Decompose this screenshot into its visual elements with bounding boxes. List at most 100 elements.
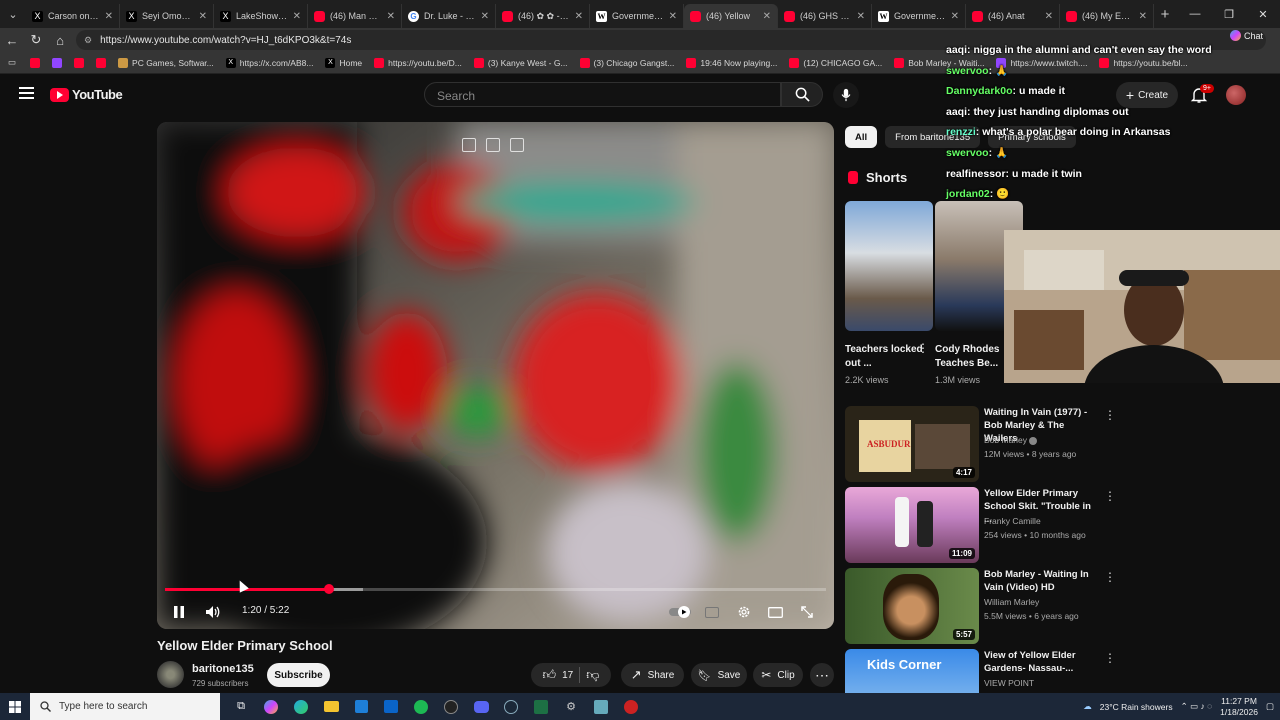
bookmark-item[interactable]: (3) Chicago Gangst... — [579, 57, 674, 68]
close-tab-icon[interactable]: ✕ — [199, 11, 207, 22]
steam-icon[interactable] — [500, 696, 522, 718]
recommended-video[interactable]: Kids Corner View of Yellow Elder Gardens… — [845, 649, 1135, 693]
media-player-icon[interactable] — [440, 696, 462, 718]
recommended-video[interactable]: 5:57 Bob Marley - Waiting In Vain (Video… — [845, 568, 1135, 644]
close-tab-icon[interactable]: ✕ — [387, 11, 395, 22]
video-menu-icon[interactable]: ⋮ — [1104, 489, 1116, 503]
video-progress-bar[interactable] — [165, 584, 826, 594]
bookmark-item[interactable]: (3) Kanye West - G... — [473, 57, 568, 68]
notification-center-icon[interactable]: ▢ — [1266, 701, 1274, 712]
short-card[interactable]: Teachers locked out ... 2.2K views ⋮ — [845, 201, 933, 385]
browser-tab[interactable]: X LakeShowYo or ✕ — [214, 4, 308, 28]
browser-tab[interactable]: (46) Man Creat ✕ — [308, 4, 402, 28]
video-menu-icon[interactable]: ⋮ — [1104, 651, 1116, 665]
voice-search-button[interactable] — [833, 82, 859, 108]
browser-tab[interactable]: (46) GHS final ✕ — [778, 4, 872, 28]
store-icon[interactable] — [350, 696, 372, 718]
browser-tab[interactable]: W Government H ✕ — [590, 4, 684, 28]
home-icon[interactable]: ⌂ — [48, 28, 72, 52]
browser-tab[interactable]: (46) ✿ ✿ - Yo ✕ — [496, 4, 590, 28]
subscribe-button[interactable]: Subscribe — [267, 663, 330, 687]
weather-text[interactable]: 23°C Rain showers — [1100, 702, 1173, 712]
site-info-icon[interactable]: ⚙ — [84, 35, 92, 46]
edit-overlay-icon[interactable] — [510, 138, 524, 152]
back-icon[interactable]: ← — [0, 28, 24, 52]
bookmark-item[interactable] — [74, 57, 85, 68]
miniplayer-overlay-icon[interactable] — [462, 138, 476, 152]
recommended-video[interactable]: 11:09 Yellow Elder Primary School Skit. … — [845, 487, 1135, 563]
edge-icon[interactable] — [290, 696, 312, 718]
browser-tab[interactable]: X Seyi Omonira o ✕ — [120, 4, 214, 28]
discord-icon[interactable] — [470, 696, 492, 718]
tray-icons[interactable]: ⌃ ▭ ♪ ◌ — [1181, 701, 1213, 712]
task-view-icon[interactable]: ⧉ — [230, 696, 252, 718]
pause-button[interactable] — [169, 598, 189, 626]
close-tab-icon[interactable]: ✕ — [857, 11, 865, 22]
bookmark-item[interactable]: Xhttps://x.com/AB8... — [225, 57, 313, 68]
bookmark-item[interactable]: (12) CHICAGO GA... — [789, 57, 882, 68]
bookmark-item[interactable]: PC Games, Softwar... — [118, 57, 214, 68]
picture-in-picture-icon[interactable] — [486, 138, 500, 152]
browser-tab[interactable]: G Dr. Luke - Goo ✕ — [402, 4, 496, 28]
close-tab-icon[interactable]: ✕ — [763, 11, 771, 22]
spotify-icon[interactable] — [410, 696, 432, 718]
more-actions-button[interactable]: ⋯ — [810, 663, 834, 687]
excel-icon[interactable] — [530, 696, 552, 718]
bookmarks-menu-icon[interactable]: ▭ — [8, 57, 16, 68]
search-button[interactable] — [781, 82, 823, 107]
volume-button[interactable] — [203, 598, 223, 626]
outlook-icon[interactable] — [380, 696, 402, 718]
reload-icon[interactable]: ↻ — [24, 28, 48, 52]
autoplay-toggle[interactable] — [668, 598, 692, 626]
tab-search-icon[interactable]: ⌄ — [0, 0, 26, 28]
weather-icon[interactable]: ☁ — [1083, 701, 1092, 712]
browser-tab[interactable]: (46) Anat ✕ — [966, 4, 1060, 28]
subtitles-button[interactable] — [703, 598, 721, 626]
bookmark-item[interactable] — [96, 57, 107, 68]
bookmark-item[interactable]: 19:46 Now playing... — [686, 57, 777, 68]
bookmark-item[interactable] — [52, 57, 63, 68]
copilot-app-icon[interactable] — [260, 696, 282, 718]
close-tab-icon[interactable]: ✕ — [481, 11, 489, 22]
close-tab-icon[interactable]: ✕ — [293, 11, 301, 22]
save-button[interactable]: 🔖︎ Save — [691, 663, 747, 687]
video-player[interactable]: 1:20 / 5:22 — [157, 122, 834, 629]
scrubber-handle[interactable] — [323, 584, 334, 594]
maximize-icon[interactable]: ❐ — [1212, 0, 1246, 28]
browser-tab[interactable]: (46) Yellow ✕ — [684, 4, 778, 28]
recommended-video[interactable]: ASBUDUR 4:17 Waiting In Vain (1977) - Bo… — [845, 406, 1135, 482]
like-button[interactable]: 👍︎ 17 — [543, 667, 574, 683]
clip-button[interactable]: ✂ Clip — [753, 663, 803, 687]
channel-name[interactable]: baritone135 — [192, 663, 254, 675]
browser-tab[interactable]: W Government H ✕ — [872, 4, 966, 28]
close-tab-icon[interactable]: ✕ — [105, 11, 113, 22]
browser-tab[interactable]: X Carson on X: "I ✕ — [26, 4, 120, 28]
close-window-icon[interactable]: ✕ — [1246, 0, 1280, 28]
minimize-icon[interactable]: — — [1178, 0, 1212, 28]
app-icon[interactable] — [590, 696, 612, 718]
start-button[interactable] — [0, 700, 30, 713]
fullscreen-button[interactable] — [798, 598, 816, 626]
youtube-logo[interactable]: YouTube — [50, 87, 123, 102]
bookmark-item[interactable] — [30, 57, 41, 68]
bookmark-item[interactable]: X Home — [325, 57, 362, 68]
settings-button[interactable] — [735, 598, 753, 626]
search-input[interactable]: Search — [424, 82, 781, 107]
close-tab-icon[interactable]: ✕ — [1045, 11, 1053, 22]
file-explorer-icon[interactable] — [320, 696, 342, 718]
video-menu-icon[interactable]: ⋮ — [1104, 408, 1116, 422]
red-app-icon[interactable] — [620, 696, 642, 718]
menu-icon[interactable] — [19, 87, 34, 99]
taskbar-search[interactable]: Type here to search — [30, 693, 220, 720]
short-menu-icon[interactable]: ⋮ — [917, 341, 929, 355]
video-menu-icon[interactable]: ⋮ — [1104, 570, 1116, 584]
settings-app-icon[interactable]: ⚙ — [560, 696, 582, 718]
close-tab-icon[interactable]: ✕ — [951, 11, 959, 22]
clock[interactable]: 11:27 PM 1/18/2026 — [1220, 696, 1258, 718]
browser-tab[interactable]: (46) My Entire ✕ — [1060, 4, 1154, 28]
channel-avatar[interactable] — [157, 661, 184, 688]
dislike-button[interactable]: 👎︎ — [586, 667, 599, 683]
filter-chip[interactable]: All — [845, 126, 878, 148]
close-tab-icon[interactable]: ✕ — [1139, 11, 1147, 22]
theater-mode-button[interactable] — [766, 598, 784, 626]
